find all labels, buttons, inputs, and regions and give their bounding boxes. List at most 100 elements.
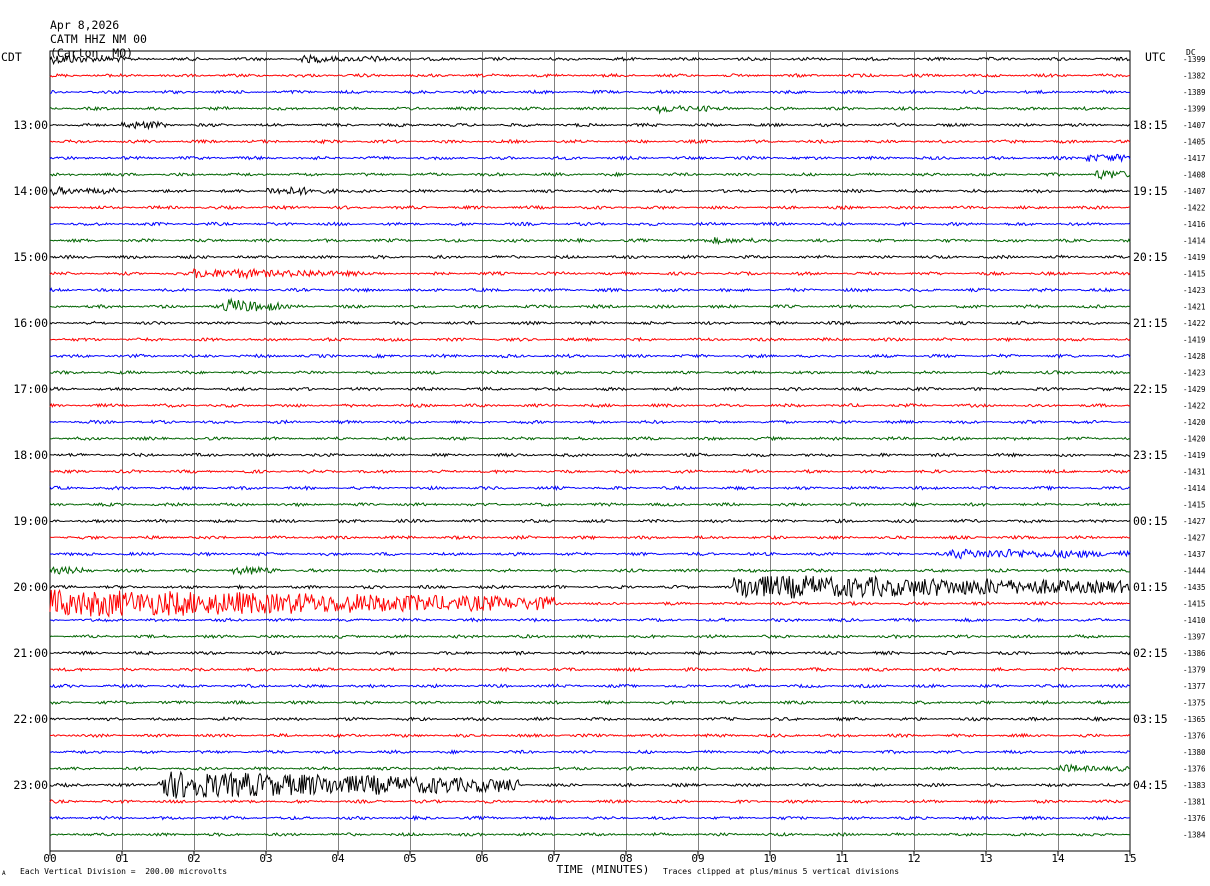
left-time-label: 13:00: [13, 118, 48, 132]
dc-offset-label: -1420: [1183, 418, 1206, 427]
seismic-trace: [49, 153, 1131, 164]
clip-note: Traces clipped at plus/minus 5 vertical …: [663, 867, 900, 876]
seismic-trace: [49, 254, 1131, 260]
dc-offset-label: -1375: [1183, 699, 1206, 708]
seismic-trace: [49, 72, 1131, 79]
x-tick-label: 06: [475, 852, 488, 865]
seismic-trace: [49, 749, 1131, 755]
seismic-trace: [49, 386, 1131, 392]
seismic-trace: [49, 814, 1131, 822]
dc-offset-label: -1416: [1183, 220, 1206, 229]
dc-offset-label: -1415: [1183, 270, 1206, 279]
right-time-label: 01:15: [1133, 580, 1168, 594]
seismic-trace: [49, 763, 1131, 773]
left-time-label: 19:00: [13, 514, 48, 528]
seismic-trace: [49, 104, 1131, 115]
seismic-trace: [49, 534, 1131, 541]
dc-offset-label: -1422: [1183, 204, 1206, 213]
seismic-trace: [49, 221, 1131, 227]
dc-offset-label: -1415: [1183, 501, 1206, 510]
x-axis-label: TIME (MINUTES): [557, 863, 650, 876]
seismic-trace: [49, 138, 1131, 145]
seismic-trace: [50, 732, 1131, 739]
x-tick-label: 01: [115, 852, 128, 865]
seismic-trace: [49, 120, 1131, 131]
dc-offset-label: -1428: [1183, 352, 1206, 361]
right-time-label: 00:15: [1133, 514, 1168, 528]
x-tick-label: 05: [403, 852, 416, 865]
dc-offset-label: -1427: [1183, 534, 1206, 543]
left-time-label: 17:00: [13, 382, 48, 396]
seismic-trace: [49, 353, 1131, 359]
seismic-trace: [49, 452, 1131, 458]
left-time-label: 15:00: [13, 250, 48, 264]
dc-offset-label: -1384: [1183, 831, 1206, 840]
dc-offset-label: -1379: [1183, 666, 1206, 675]
x-tick-label: 04: [331, 852, 345, 865]
dc-offset-label: -1399: [1183, 55, 1206, 64]
dc-offset-label: -1422: [1183, 402, 1206, 411]
dc-offset-label: -1431: [1183, 468, 1206, 477]
dc-offset-label: -1382: [1183, 72, 1206, 81]
right-time-label: 20:15: [1133, 250, 1168, 264]
seismic-trace: [49, 634, 1131, 640]
dc-offset-label: -1414: [1183, 237, 1206, 246]
seismic-trace: [49, 588, 1131, 618]
dc-offset-label: -1399: [1183, 105, 1206, 114]
x-tick-label: 03: [259, 852, 272, 865]
left-time-label: 23:00: [13, 778, 48, 792]
dc-offset-label: -1419: [1183, 336, 1206, 345]
seismic-trace: [49, 435, 1131, 442]
dc-offset-label: -1408: [1183, 171, 1206, 180]
seismic-trace: [49, 683, 1131, 689]
dc-offset-label: -1435: [1183, 583, 1206, 592]
seismic-trace: [49, 320, 1131, 326]
left-time-label: 22:00: [13, 712, 48, 726]
dc-offset-label: -1377: [1183, 682, 1206, 691]
seismic-trace: [49, 204, 1131, 211]
division-note: Each Vertical Division = 200.00 microvol…: [20, 867, 228, 876]
x-tick-label: 09: [691, 852, 704, 865]
seismic-trace: [49, 169, 1131, 181]
dc-offset-label: -1380: [1183, 748, 1206, 757]
corner-mark: A: [2, 870, 6, 877]
x-tick-label: 14: [1051, 852, 1065, 865]
seismic-trace: [49, 369, 1131, 376]
dc-offset-label: -1415: [1183, 600, 1206, 609]
helicorder-plot: -1399 -1382 -1389 -1399 -1407 -1405 -1417 -1408…: [13, 50, 1206, 876]
seismic-trace: [49, 336, 1131, 343]
seismic-trace: [49, 287, 1131, 293]
dc-offset-label: -1421: [1183, 303, 1206, 312]
seismic-trace: [49, 267, 1131, 280]
seismic-trace: [49, 650, 1131, 656]
x-tick-label: 12: [907, 852, 920, 865]
dc-offset-label: -1389: [1183, 88, 1206, 97]
seismic-trace: [49, 419, 1131, 425]
x-tick-label: 10: [763, 852, 776, 865]
seismic-trace: [49, 770, 1131, 799]
seismic-trace: [49, 699, 1130, 706]
dc-offset-label: -1417: [1183, 154, 1206, 163]
left-time-label: 18:00: [13, 448, 48, 462]
left-time-label: 14:00: [13, 184, 48, 198]
seismic-trace: [49, 485, 1131, 492]
left-time-label: 16:00: [13, 316, 48, 330]
x-tick-label: 11: [835, 852, 848, 865]
dc-offset-label: -1376: [1183, 765, 1206, 774]
seismic-trace: [49, 575, 1131, 599]
dc-offset-label: -1376: [1183, 732, 1206, 741]
left-time-label: 21:00: [13, 646, 48, 660]
seismic-trace: [49, 716, 1131, 722]
right-time-label: 23:15: [1133, 448, 1168, 462]
dc-offset-label: -1376: [1183, 814, 1206, 823]
x-tick-label: 02: [187, 852, 200, 865]
seismic-trace: [49, 402, 1131, 409]
x-tick-label: 00: [43, 852, 56, 865]
dc-offset-label: -1437: [1183, 550, 1206, 559]
dc-offset-label: -1427: [1183, 517, 1206, 526]
right-time-label: 04:15: [1133, 778, 1168, 792]
x-tick-label: 13: [979, 852, 992, 865]
dc-offset-label: -1365: [1183, 715, 1206, 724]
right-time-label: 21:15: [1133, 316, 1168, 330]
left-time-label: 20:00: [13, 580, 48, 594]
